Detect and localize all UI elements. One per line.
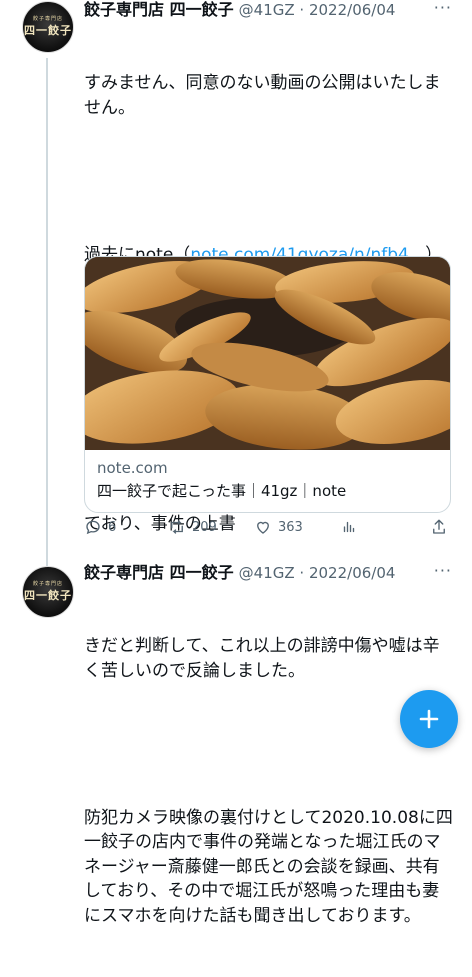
tweet-actions: 6 209 363 xyxy=(84,518,454,542)
views-button[interactable] xyxy=(340,518,358,536)
tweet-paragraph-1: きだと判断して、これ以上の誹謗中傷や嘘は辛く苦しいので反論しました。 xyxy=(84,636,440,681)
card-domain: note.com xyxy=(97,459,168,477)
reply-button[interactable]: 6 xyxy=(84,518,116,536)
tweet-header: 餃子専門店 四一餃子 @41GZ · 2022/06/04 xyxy=(84,563,395,583)
compose-button[interactable] xyxy=(400,690,458,748)
share-button[interactable] xyxy=(430,518,448,536)
avatar-logo-main: 四一餃子 xyxy=(24,24,72,37)
heart-icon xyxy=(257,521,269,534)
avatar-logo-small: 餃子専門店 xyxy=(32,16,63,22)
share-icon xyxy=(433,519,445,534)
link-card[interactable]: note.com 四一餃子で起こった事｜41gz｜note xyxy=(84,256,451,513)
gyoza-photo xyxy=(85,257,450,450)
avatar[interactable]: 餃子専門店 四一餃子 xyxy=(22,1,74,53)
more-horizontal-icon[interactable]: ··· xyxy=(434,561,452,580)
handle-and-date[interactable]: @41GZ · 2022/06/04 xyxy=(239,564,396,582)
avatar[interactable]: 餃子専門店 四一餃子 xyxy=(22,566,74,618)
reply-icon xyxy=(86,520,100,535)
tweet-paragraph-1: すみません、同意のない動画の公開はいたしません。 xyxy=(84,73,441,118)
like-count: 363 xyxy=(278,519,303,535)
thread-line xyxy=(46,58,48,558)
card-info: note.com 四一餃子で起こった事｜41gz｜note xyxy=(85,450,450,512)
reply-count: 6 xyxy=(108,519,117,535)
tweet-text: きだと判断して、これ以上の誹謗中傷や嘘は辛く苦しいので反論しました。 防犯カメラ… xyxy=(84,585,456,977)
handle-and-date[interactable]: @41GZ · 2022/06/04 xyxy=(239,1,396,19)
retweet-icon xyxy=(171,520,183,534)
display-name[interactable]: 餃子専門店 四一餃子 xyxy=(84,563,234,582)
retweet-button[interactable]: 209 xyxy=(168,518,217,536)
avatar-logo-small: 餃子専門店 xyxy=(32,581,63,587)
tweet-header: 餃子専門店 四一餃子 @41GZ · 2022/06/04 xyxy=(84,0,395,20)
retweet-count: 209 xyxy=(192,519,217,535)
analytics-icon xyxy=(343,521,355,533)
thread-line-top xyxy=(46,558,48,566)
plus-icon xyxy=(419,709,439,729)
tweet-paragraph-2: 防犯カメラ映像の裏付けとして2020.10.08に四一餃子の店内で事件の発端とな… xyxy=(84,807,453,926)
avatar-logo-main: 四一餃子 xyxy=(24,589,72,602)
display-name[interactable]: 餃子専門店 四一餃子 xyxy=(84,0,234,19)
card-title: 四一餃子で起こった事｜41gz｜note xyxy=(97,482,347,500)
like-button[interactable]: 363 xyxy=(254,518,303,536)
more-horizontal-icon[interactable]: ··· xyxy=(434,0,452,17)
